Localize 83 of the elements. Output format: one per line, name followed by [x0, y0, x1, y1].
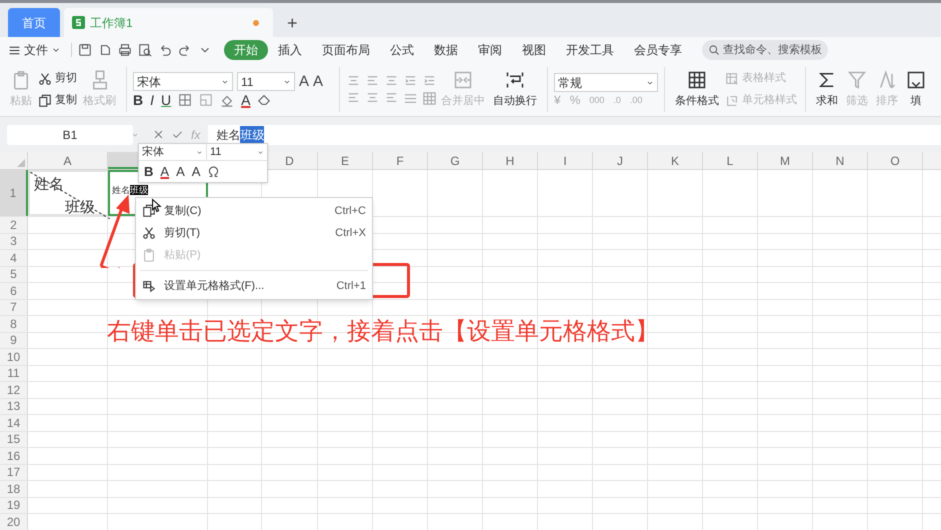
ribbon-tab[interactable]: 审阅: [478, 40, 502, 60]
menu-item[interactable]: 设置单元格格式(F)... Ctrl+1: [136, 275, 372, 297]
annotation-text: 右键单击已选定文字，接着点击【设置单元格格式】: [107, 317, 659, 347]
shortcut-text: Ctrl+1: [336, 278, 366, 294]
column-header[interactable]: O: [868, 152, 923, 169]
search-field[interactable]: 查找命令、搜索模板: [702, 40, 828, 60]
row-header[interactable]: 14: [0, 415, 28, 430]
increase-font-button[interactable]: A: [176, 165, 185, 178]
number-format-select[interactable]: 常规: [554, 73, 658, 92]
decrease-font-button[interactable]: A: [192, 165, 200, 178]
tab-label: 工作簿1: [90, 14, 134, 32]
ribbon-tab[interactable]: 会员专享: [634, 40, 682, 60]
home-tab[interactable]: 首页: [8, 8, 60, 37]
column-header[interactable]: I: [538, 152, 593, 169]
number-format-value: 常规: [558, 74, 582, 92]
row-header[interactable]: 12: [0, 382, 28, 398]
font-select[interactable]: 宋体: [133, 72, 233, 91]
ribbon-tab[interactable]: 视图: [522, 40, 546, 60]
row-header[interactable]: 4: [0, 250, 28, 266]
cell-text[interactable]: 姓名班级: [112, 184, 148, 198]
sum-button[interactable]: 求和: [812, 63, 842, 116]
column-header[interactable]: M: [758, 152, 813, 169]
row-header[interactable]: 8: [0, 316, 28, 332]
cut-button[interactable]: 剪切: [38, 68, 77, 88]
cell-text: 姓名: [34, 175, 64, 195]
column-header[interactable]: L: [703, 152, 758, 169]
font-name: 宋体: [137, 74, 161, 90]
row-header[interactable]: 9: [0, 332, 28, 348]
ribbon-tab[interactable]: 开发工具: [566, 40, 614, 60]
ribbon-tab[interactable]: 页面布局: [322, 40, 370, 60]
column-header[interactable]: J: [593, 152, 648, 169]
row-header[interactable]: 15: [0, 432, 28, 447]
font-size-value: 11: [241, 74, 254, 90]
row-header[interactable]: 20: [0, 514, 28, 530]
row-header[interactable]: 10: [0, 349, 28, 364]
copy-button[interactable]: 复制: [38, 90, 77, 110]
italic-button[interactable]: I: [150, 93, 154, 107]
new-tab-button[interactable]: +: [277, 8, 308, 37]
row-header[interactable]: 16: [0, 448, 28, 464]
row-header[interactable]: 3: [0, 234, 28, 249]
column-header[interactable]: N: [813, 152, 868, 169]
shortcut-text: Ctrl+C: [334, 204, 366, 219]
shortcut-text: Ctrl+X: [335, 226, 366, 241]
column-header[interactable]: G: [428, 152, 483, 169]
ribbon-tab[interactable]: 开始: [224, 40, 268, 60]
row-header[interactable]: 18: [0, 481, 28, 496]
menu-item[interactable]: 复制(C) Ctrl+C: [136, 200, 372, 222]
column-header[interactable]: K: [648, 152, 703, 169]
font-color-button[interactable]: A: [160, 165, 170, 178]
row-header[interactable]: 13: [0, 398, 28, 414]
ribbon-tab[interactable]: 插入: [278, 40, 302, 60]
fill-button[interactable]: 填: [902, 63, 930, 116]
name-box[interactable]: B1: [7, 124, 133, 144]
increase-font-button[interactable]: A: [299, 74, 310, 89]
row-header[interactable]: 19: [0, 498, 28, 513]
row-header[interactable]: 6: [0, 283, 28, 298]
row-header[interactable]: 2: [0, 217, 28, 232]
row-header[interactable]: 5: [0, 266, 28, 282]
row-header[interactable]: 1: [0, 170, 28, 216]
row-header[interactable]: 17: [0, 464, 28, 480]
decrease-font-button[interactable]: A: [313, 74, 324, 89]
ribbon-tab[interactable]: 公式: [390, 40, 414, 60]
font-color-button[interactable]: A: [241, 93, 250, 107]
column-header[interactable]: H: [483, 152, 538, 169]
workbook-tab[interactable]: 工作簿1: [64, 8, 273, 37]
font-name: 宋体: [142, 144, 164, 160]
row-header[interactable]: 7: [0, 300, 28, 315]
font-select[interactable]: 宋体: [139, 144, 207, 160]
row-header[interactable]: 11: [0, 366, 28, 381]
font-size-value: 11: [210, 144, 222, 160]
column-header[interactable]: F: [373, 152, 428, 169]
ribbon-tab[interactable]: 数据: [434, 40, 458, 60]
column-header[interactable]: E: [318, 152, 373, 169]
file-menu[interactable]: 文件: [8, 41, 61, 59]
wrap-text-button[interactable]: 自动换行: [489, 63, 541, 116]
formula-field[interactable]: 姓名班级: [208, 124, 941, 144]
bold-button[interactable]: B: [144, 165, 154, 178]
font-size-select[interactable]: 11: [237, 72, 295, 91]
cell-text: 班级: [65, 198, 95, 218]
menu-item[interactable]: 剪切(T) Ctrl+X: [136, 222, 372, 244]
bold-button[interactable]: B: [133, 93, 144, 107]
conditional-format-button[interactable]: 条件格式: [671, 63, 723, 116]
underline-button[interactable]: U: [161, 93, 172, 107]
